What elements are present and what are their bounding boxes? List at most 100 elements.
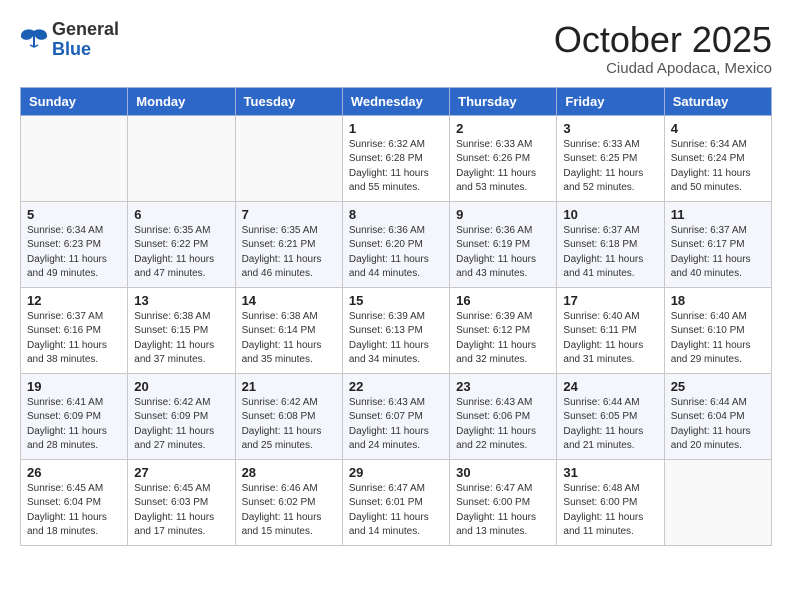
day-info: Sunrise: 6:35 AMSunset: 6:21 PMDaylight:…	[242, 224, 336, 282]
calendar-cell-2-7: 11 Sunrise: 6:37 AMSunset: 6:17 PMDayligh…	[664, 201, 771, 287]
day-number: 19	[27, 379, 121, 394]
day-number: 31	[563, 465, 657, 480]
calendar-cell-2-2: 6 Sunrise: 6:35 AMSunset: 6:22 PMDaylight…	[128, 201, 235, 287]
day-info: Sunrise: 6:40 AMSunset: 6:11 PMDaylight:…	[563, 310, 657, 368]
day-number: 24	[563, 379, 657, 394]
weekday-header-row: Sunday Monday Tuesday Wednesday Thursday…	[21, 87, 772, 115]
day-info: Sunrise: 6:42 AMSunset: 6:09 PMDaylight:…	[134, 396, 228, 454]
day-number: 25	[671, 379, 765, 394]
header-saturday: Saturday	[664, 87, 771, 115]
day-info: Sunrise: 6:33 AMSunset: 6:25 PMDaylight:…	[563, 138, 657, 196]
day-number: 12	[27, 293, 121, 308]
day-info: Sunrise: 6:38 AMSunset: 6:15 PMDaylight:…	[134, 310, 228, 368]
calendar-cell-5-1: 26Sunrise: 6:45 AMSunset: 6:04 PMDayligh…	[21, 459, 128, 545]
logo-icon	[20, 27, 48, 54]
calendar-cell-4-1: 19 Sunrise: 6:41 AMSunset: 6:09 PMDayligh…	[21, 373, 128, 459]
calendar-cell-5-7	[664, 459, 771, 545]
day-info: Sunrise: 6:45 AMSunset: 6:03 PMDaylight:…	[134, 482, 228, 540]
calendar-cell-4-7: 25Sunrise: 6:44 AMSunset: 6:04 PMDayligh…	[664, 373, 771, 459]
day-info: Sunrise: 6:36 AMSunset: 6:20 PMDaylight:…	[349, 224, 443, 282]
header-sunday: Sunday	[21, 87, 128, 115]
calendar-cell-5-6: 31 Sunrise: 6:48 AMSunset: 6:00 PMDayligh…	[557, 459, 664, 545]
logo: General Blue	[20, 20, 119, 60]
calendar-cell-4-4: 22Sunrise: 6:43 AMSunset: 6:07 PMDayligh…	[342, 373, 449, 459]
calendar-cell-3-7: 18 Sunrise: 6:40 AMSunset: 6:10 PMDayligh…	[664, 287, 771, 373]
calendar-cell-1-6: 3 Sunrise: 6:33 AMSunset: 6:25 PMDaylight…	[557, 115, 664, 201]
day-number: 27	[134, 465, 228, 480]
day-info: Sunrise: 6:35 AMSunset: 6:22 PMDaylight:…	[134, 224, 228, 282]
day-number: 7	[242, 207, 336, 222]
calendar-cell-2-1: 5Sunrise: 6:34 AMSunset: 6:23 PMDaylight…	[21, 201, 128, 287]
day-number: 1	[349, 121, 443, 136]
day-info: Sunrise: 6:44 AMSunset: 6:05 PMDaylight:…	[563, 396, 657, 454]
title-block: October 2025 Ciudad Apodaca, Mexico	[554, 20, 772, 77]
calendar-cell-3-1: 12Sunrise: 6:37 AMSunset: 6:16 PMDayligh…	[21, 287, 128, 373]
calendar-cell-1-5: 2 Sunrise: 6:33 AMSunset: 6:26 PMDaylight…	[450, 115, 557, 201]
calendar-cell-1-7: 4 Sunrise: 6:34 AMSunset: 6:24 PMDaylight…	[664, 115, 771, 201]
header-tuesday: Tuesday	[235, 87, 342, 115]
calendar-cell-1-4: 1Sunrise: 6:32 AMSunset: 6:28 PMDaylight…	[342, 115, 449, 201]
day-number: 16	[456, 293, 550, 308]
week-row-2: 5Sunrise: 6:34 AMSunset: 6:23 PMDaylight…	[21, 201, 772, 287]
day-info: Sunrise: 6:45 AMSunset: 6:04 PMDaylight:…	[27, 482, 121, 540]
calendar-cell-2-4: 8 Sunrise: 6:36 AMSunset: 6:20 PMDaylight…	[342, 201, 449, 287]
calendar-cell-1-1	[21, 115, 128, 201]
calendar-cell-4-6: 24 Sunrise: 6:44 AMSunset: 6:05 PMDayligh…	[557, 373, 664, 459]
week-row-5: 26Sunrise: 6:45 AMSunset: 6:04 PMDayligh…	[21, 459, 772, 545]
day-number: 3	[563, 121, 657, 136]
day-number: 10	[563, 207, 657, 222]
day-number: 17	[563, 293, 657, 308]
day-info: Sunrise: 6:47 AMSunset: 6:00 PMDaylight:…	[456, 482, 550, 540]
week-row-4: 19 Sunrise: 6:41 AMSunset: 6:09 PMDayligh…	[21, 373, 772, 459]
week-row-1: 1Sunrise: 6:32 AMSunset: 6:28 PMDaylight…	[21, 115, 772, 201]
day-info: Sunrise: 6:48 AMSunset: 6:00 PMDaylight:…	[563, 482, 657, 540]
day-info: Sunrise: 6:37 AMSunset: 6:17 PMDaylight:…	[671, 224, 765, 282]
day-info: Sunrise: 6:41 AMSunset: 6:09 PMDaylight:…	[27, 396, 121, 454]
logo-blue: Blue	[52, 39, 91, 59]
day-number: 14	[242, 293, 336, 308]
day-number: 6	[134, 207, 228, 222]
day-info: Sunrise: 6:34 AMSunset: 6:24 PMDaylight:…	[671, 138, 765, 196]
day-number: 4	[671, 121, 765, 136]
logo-text: General Blue	[52, 20, 119, 60]
day-info: Sunrise: 6:33 AMSunset: 6:26 PMDaylight:…	[456, 138, 550, 196]
day-number: 21	[242, 379, 336, 394]
day-number: 8	[349, 207, 443, 222]
calendar-cell-5-4: 29 Sunrise: 6:47 AMSunset: 6:01 PMDayligh…	[342, 459, 449, 545]
day-number: 29	[349, 465, 443, 480]
calendar-cell-5-3: 28 Sunrise: 6:46 AMSunset: 6:02 PMDayligh…	[235, 459, 342, 545]
day-number: 11	[671, 207, 765, 222]
calendar-cell-3-3: 14Sunrise: 6:38 AMSunset: 6:14 PMDayligh…	[235, 287, 342, 373]
day-number: 2	[456, 121, 550, 136]
day-info: Sunrise: 6:34 AMSunset: 6:23 PMDaylight:…	[27, 224, 121, 282]
day-info: Sunrise: 6:37 AMSunset: 6:18 PMDaylight:…	[563, 224, 657, 282]
day-info: Sunrise: 6:39 AMSunset: 6:12 PMDaylight:…	[456, 310, 550, 368]
location-subtitle: Ciudad Apodaca, Mexico	[554, 60, 772, 77]
day-number: 18	[671, 293, 765, 308]
calendar-cell-5-5: 30 Sunrise: 6:47 AMSunset: 6:00 PMDayligh…	[450, 459, 557, 545]
calendar-cell-1-3	[235, 115, 342, 201]
calendar-cell-3-4: 15Sunrise: 6:39 AMSunset: 6:13 PMDayligh…	[342, 287, 449, 373]
header-friday: Friday	[557, 87, 664, 115]
day-number: 22	[349, 379, 443, 394]
calendar-cell-5-2: 27 Sunrise: 6:45 AMSunset: 6:03 PMDayligh…	[128, 459, 235, 545]
calendar-cell-2-5: 9Sunrise: 6:36 AMSunset: 6:19 PMDaylight…	[450, 201, 557, 287]
calendar-table: Sunday Monday Tuesday Wednesday Thursday…	[20, 87, 772, 546]
calendar-cell-3-5: 16 Sunrise: 6:39 AMSunset: 6:12 PMDayligh…	[450, 287, 557, 373]
day-info: Sunrise: 6:40 AMSunset: 6:10 PMDaylight:…	[671, 310, 765, 368]
page-header: General Blue October 2025 Ciudad Apodaca…	[20, 20, 772, 77]
calendar-cell-2-3: 7 Sunrise: 6:35 AMSunset: 6:21 PMDaylight…	[235, 201, 342, 287]
day-info: Sunrise: 6:46 AMSunset: 6:02 PMDaylight:…	[242, 482, 336, 540]
day-number: 28	[242, 465, 336, 480]
day-info: Sunrise: 6:43 AMSunset: 6:06 PMDaylight:…	[456, 396, 550, 454]
calendar-cell-3-2: 13Sunrise: 6:38 AMSunset: 6:15 PMDayligh…	[128, 287, 235, 373]
day-info: Sunrise: 6:39 AMSunset: 6:13 PMDaylight:…	[349, 310, 443, 368]
header-monday: Monday	[128, 87, 235, 115]
day-number: 30	[456, 465, 550, 480]
day-number: 20	[134, 379, 228, 394]
header-thursday: Thursday	[450, 87, 557, 115]
calendar-cell-4-2: 20 Sunrise: 6:42 AMSunset: 6:09 PMDayligh…	[128, 373, 235, 459]
day-info: Sunrise: 6:47 AMSunset: 6:01 PMDaylight:…	[349, 482, 443, 540]
calendar-cell-2-6: 10 Sunrise: 6:37 AMSunset: 6:18 PMDayligh…	[557, 201, 664, 287]
calendar-cell-4-5: 23Sunrise: 6:43 AMSunset: 6:06 PMDayligh…	[450, 373, 557, 459]
